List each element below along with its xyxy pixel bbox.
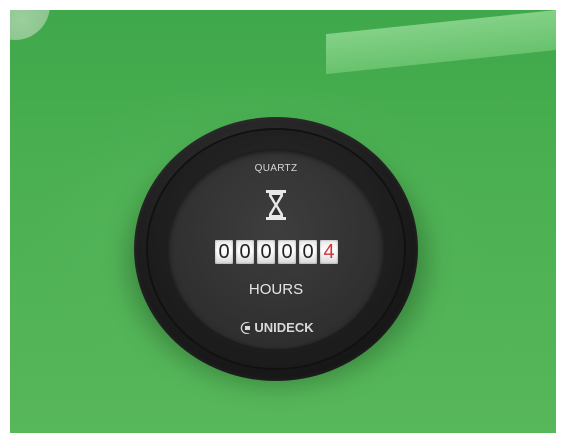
counter-digit: 0 (215, 240, 233, 264)
paper-card (326, 10, 556, 75)
hourglass-icon (265, 190, 287, 225)
cup-edge (10, 10, 50, 40)
unideck-mark-icon (241, 321, 251, 334)
quartz-label: QUARTZ (254, 163, 298, 174)
hour-counter: 0 0 0 0 0 4 (215, 240, 338, 264)
hour-meter: QUARTZ 0 0 0 0 0 4 HOURS UNIDECK (134, 117, 418, 381)
meter-face: QUARTZ 0 0 0 0 0 4 HOURS UNIDECK (168, 149, 384, 349)
counter-digit: 0 (257, 240, 275, 264)
counter-digit: 0 (236, 240, 254, 264)
counter-digit: 0 (278, 240, 296, 264)
brand-name: UNIDECK (254, 320, 314, 335)
meter-bezel: QUARTZ 0 0 0 0 0 4 HOURS UNIDECK (148, 130, 404, 368)
photo: QUARTZ 0 0 0 0 0 4 HOURS UNIDECK (10, 10, 556, 433)
hours-label: HOURS (248, 281, 304, 298)
counter-digit-tenths: 4 (320, 240, 338, 264)
brand-logo: UNIDECK (168, 320, 384, 335)
counter-digit: 0 (299, 240, 317, 264)
